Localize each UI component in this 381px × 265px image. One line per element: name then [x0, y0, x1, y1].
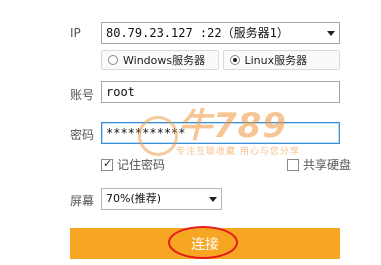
share-disk-checkbox[interactable] [287, 158, 299, 171]
account-value: root [106, 85, 135, 99]
screen-ratio-value: 70%(推荐) [106, 192, 162, 205]
account-input[interactable]: root [101, 81, 340, 103]
remember-password-label: 记住密码 [117, 158, 166, 172]
screen-ratio-select[interactable]: 70%(推荐) [101, 188, 222, 210]
connect-button-label: 连接 [191, 236, 219, 253]
chevron-down-icon[interactable] [327, 31, 335, 36]
remember-password-row[interactable]: 记住密码 [101, 156, 165, 173]
password-value: *********** [106, 126, 186, 140]
chevron-down-icon[interactable] [209, 197, 217, 202]
remember-password-checkbox[interactable] [101, 157, 113, 171]
share-disk-label: 共享硬盘 [303, 158, 352, 172]
password-label: 密码 [70, 128, 95, 142]
radio-linux-label: Linux服务器 [244, 54, 308, 67]
radio-windows-label: Windows服务器 [123, 54, 206, 67]
radio-button-icon[interactable] [108, 55, 118, 65]
ip-select-value: 80.79.23.127 :22（服务器1） [106, 26, 289, 40]
password-input[interactable]: *********** [101, 122, 340, 144]
server-type-group: Windows服务器 Linux服务器 [101, 50, 340, 70]
ip-select[interactable]: 80.79.23.127 :22（服务器1） [101, 22, 340, 44]
account-label: 账号 [70, 88, 95, 102]
screen-label: 屏幕 [70, 194, 95, 208]
share-disk-row[interactable]: 共享硬盘 [287, 156, 351, 173]
connect-button[interactable]: 连接 [70, 228, 340, 259]
radio-linux-server[interactable]: Linux服务器 [222, 50, 340, 70]
watermark-slogan: 专注互联收藏 用心与您分享 [176, 147, 300, 157]
ip-label: IP [70, 26, 81, 40]
radio-windows-server[interactable]: Windows服务器 [101, 50, 219, 70]
radio-button-selected-icon[interactable] [229, 55, 240, 65]
